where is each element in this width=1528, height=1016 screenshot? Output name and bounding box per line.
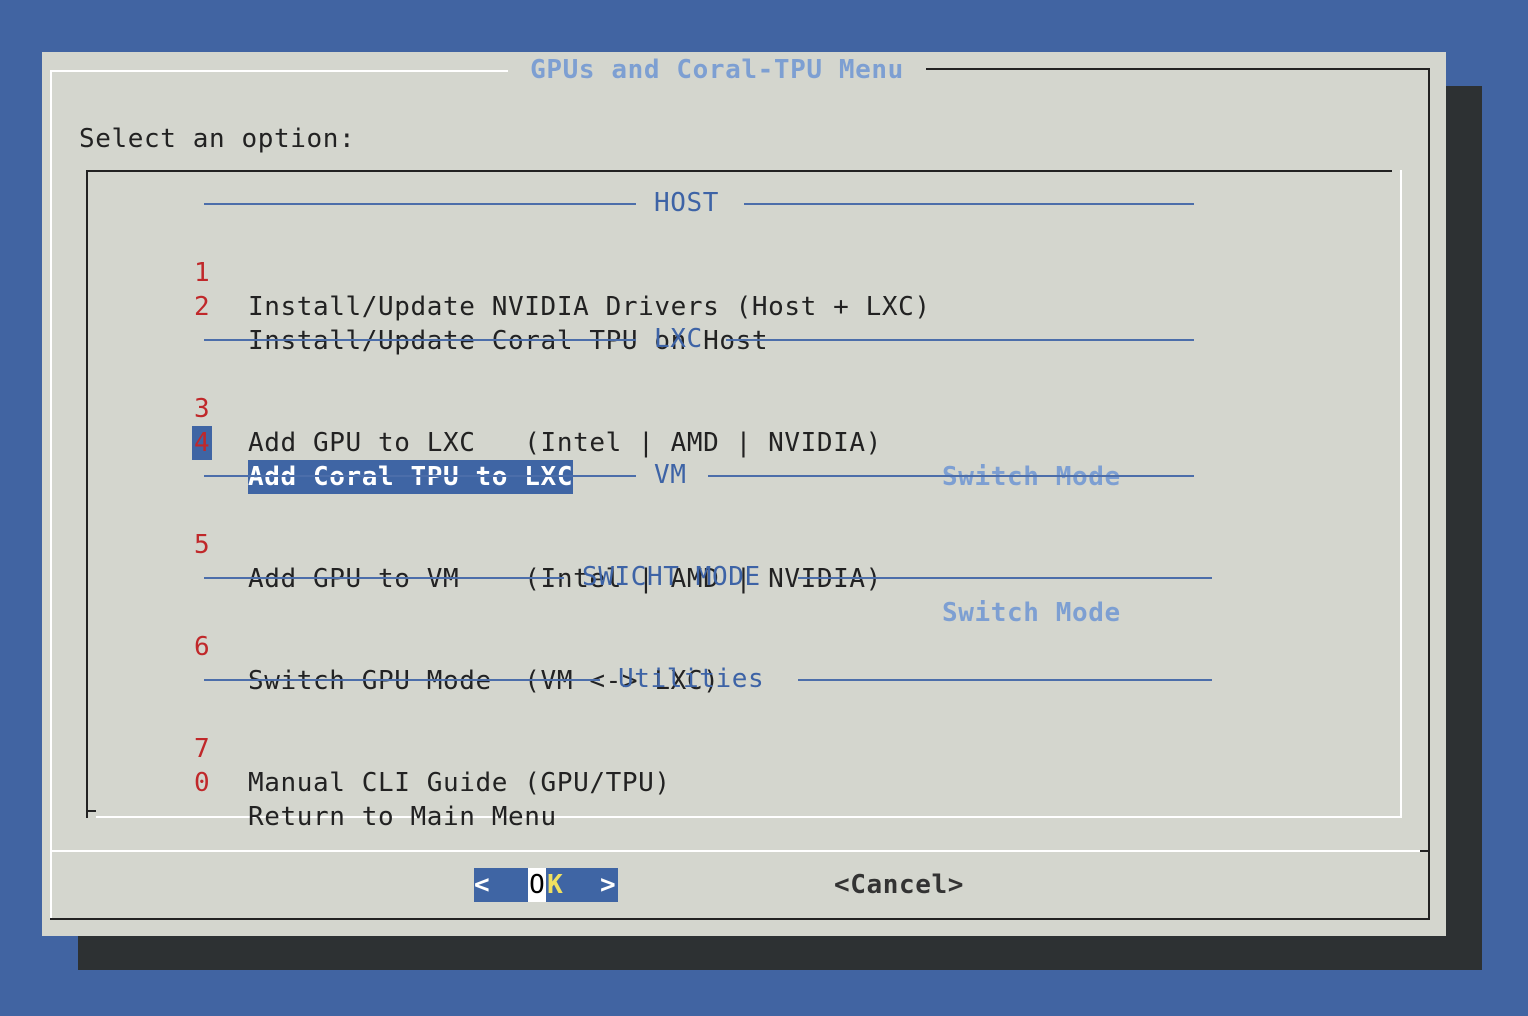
section-header-host: HOST (86, 188, 1402, 218)
item-number: 4 (192, 426, 212, 460)
frame-line (50, 918, 1430, 920)
item-number: 6 (194, 632, 211, 662)
section-header-vm: VM (86, 460, 1402, 490)
item-number: 5 (194, 530, 211, 560)
section-header-utilities: Utilities (86, 664, 1402, 694)
item-number: 0 (194, 768, 211, 798)
menu-dialog: GPUs and Coral-TPU Menu Select an option… (42, 52, 1446, 936)
frame-line (926, 68, 1428, 70)
ok-bracket-right: > (600, 870, 616, 900)
item-label: Install/Update NVIDIA Drivers (Host + LX… (248, 292, 931, 322)
ok-cursor-letter: O (528, 868, 546, 902)
menu-item-1[interactable]: 1 Install/Update NVIDIA Drivers (Host + … (86, 222, 1402, 322)
menu-item-7[interactable]: 7 Manual CLI Guide (GPU/TPU) (86, 698, 1402, 798)
dialog-title: GPUs and Coral-TPU Menu (530, 55, 904, 85)
frame-line (50, 70, 52, 920)
cancel-button[interactable]: <Cancel> (834, 868, 964, 902)
prompt-text: Select an option: (79, 124, 356, 154)
frame-line (50, 70, 508, 72)
item-label: Return to Main Menu (248, 802, 557, 832)
ok-button[interactable]: < O K > (474, 868, 618, 902)
menu-item-2[interactable]: 2 Install/Update Coral TPU on Host (86, 256, 1402, 356)
item-label: Add GPU to LXC (Intel | AMD | NVIDIA) (248, 428, 882, 458)
section-header-switch-mode: SWICHT MODE (86, 562, 1402, 592)
item-label: Manual CLI Guide (GPU/TPU) (248, 768, 671, 798)
button-separator (1420, 850, 1430, 852)
ok-bracket-left: < (474, 870, 490, 900)
menu-list: HOST 1 Install/Update NVIDIA Drivers (Ho… (86, 170, 1402, 832)
button-separator (52, 850, 1428, 852)
menu-item-5[interactable]: 5 Add GPU to VM (Intel | AMD | NVIDIA) S… (86, 494, 1402, 628)
item-number: 2 (194, 292, 211, 322)
section-header-lxc: LXC (86, 324, 1402, 354)
menu-item-4[interactable]: 4 Add Coral TPU to LXC (86, 392, 1402, 494)
menu-item-6[interactable]: 6 Switch GPU Mode (VM <-> LXC) (86, 596, 1402, 696)
frame-line (1428, 68, 1430, 920)
ok-hotkey-letter: K (547, 870, 563, 900)
menu-item-0[interactable]: 0 Return to Main Menu (86, 732, 1402, 832)
menu-item-3[interactable]: 3 Add GPU to LXC (Intel | AMD | NVIDIA) … (86, 358, 1402, 492)
